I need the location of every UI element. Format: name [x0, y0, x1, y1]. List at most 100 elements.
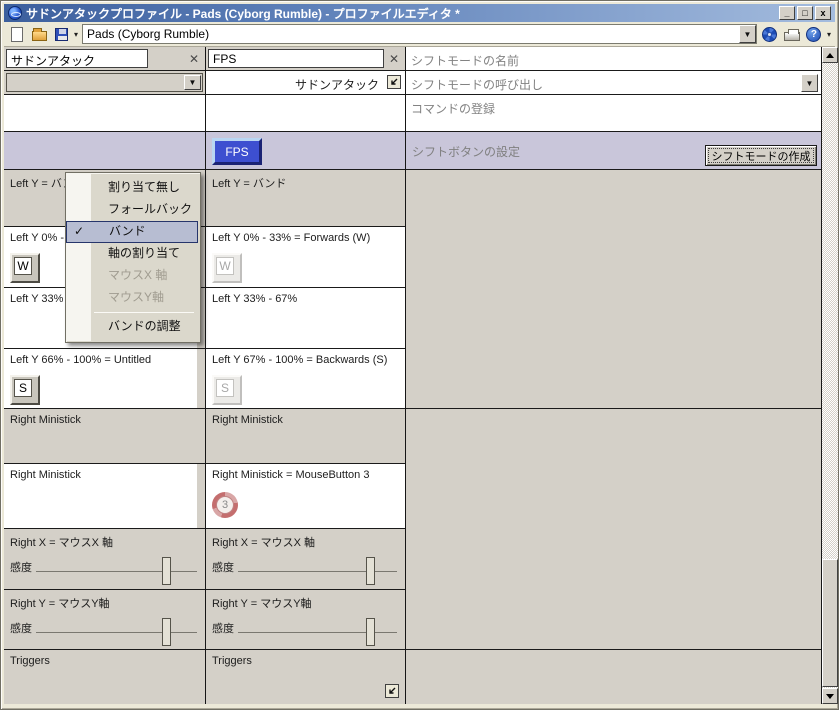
mode2-empty-row[interactable] [206, 95, 405, 132]
command-register-field[interactable]: コマンドの登録 [406, 95, 821, 131]
shift-button-setting-row: シフトボタンの設定 シフトモードの作成 [406, 132, 821, 170]
mode1-parent-combobox[interactable]: ▼ [6, 73, 203, 92]
cell-mode2-band3[interactable]: Left Y 67% - 100% = Backwards (S) S [206, 349, 405, 409]
keycap-s-icon: S [212, 375, 242, 405]
save-dropdown-arrow[interactable]: ▾ [74, 30, 78, 39]
wheel-icon [762, 26, 778, 42]
mode1-close-button[interactable]: ✕ [185, 50, 203, 67]
cell-mode1-triggers[interactable]: Triggers [4, 650, 205, 704]
create-shift-mode-button[interactable]: シフトモードの作成 [705, 145, 817, 166]
maximize-button[interactable]: □ [797, 6, 813, 20]
menu-item-fallback[interactable]: フォールバック [66, 199, 198, 221]
profile-combobox[interactable]: Pads (Cyborg Rumble) ▼ [82, 24, 757, 44]
cell-mode1-band3[interactable]: Left Y 66% - 100% = Untitled S [4, 349, 205, 409]
sensitivity-slider-handle[interactable] [162, 557, 171, 585]
mode1-name-row: サドンアタック ✕ [4, 47, 205, 71]
keycap-w-icon: W [10, 253, 40, 283]
scroll-up-button[interactable] [822, 47, 838, 63]
programming-button[interactable] [761, 26, 779, 43]
minimize-button[interactable]: _ [779, 6, 795, 20]
cell-label: Left Y 66% - 100% = Untitled [10, 354, 152, 366]
save-floppy-icon [54, 27, 68, 41]
sensitivity-slider-track[interactable] [36, 571, 197, 572]
mode2-column: FPS ✕ サドンアタック FPS Left Y = バンド Left Y 0%… [206, 47, 406, 704]
sensitivity-label: 感度 [212, 562, 234, 574]
profile-combobox-value: Pads (Cyborg Rumble) [87, 27, 210, 41]
sensitivity-slider-handle[interactable] [366, 618, 375, 646]
mode2-close-button[interactable]: ✕ [385, 50, 403, 67]
toolbar-overflow-arrow[interactable]: ▾ [827, 30, 831, 39]
shift-panel-empty-1 [406, 170, 821, 409]
sensitivity-label: 感度 [212, 623, 234, 635]
menu-item-band[interactable]: ✓ バンド [66, 221, 198, 243]
menu-item-mouse-x-axis: マウスX 軸 [108, 268, 168, 282]
shift-mode-name-field[interactable]: シフトモードの名前 [406, 47, 821, 70]
sensitivity-slider-track[interactable] [36, 632, 197, 633]
scroll-down-button[interactable] [822, 688, 838, 704]
cell-mode1-ministick[interactable]: Right Ministick [4, 464, 205, 529]
mouse-button-3-icon: 3 [212, 492, 238, 518]
cell-mode1-righty[interactable]: Right Y = マウスY軸 感度 [4, 590, 205, 650]
menu-separator [94, 312, 194, 313]
cell-mode2-band1[interactable]: Left Y 0% - 33% = Forwards (W) W [206, 227, 405, 288]
mode1-parent-combobox-arrow[interactable]: ▼ [184, 75, 201, 90]
cell-label: Right Ministick [10, 469, 81, 481]
scrollbar-thumb[interactable] [822, 559, 838, 687]
app-window: サドンアタックプロファイル - Pads (Cyborg Rumble) - プ… [0, 0, 839, 710]
window-title: サドンアタックプロファイル - Pads (Cyborg Rumble) - プ… [26, 6, 460, 21]
cell-mode2-triggers[interactable]: Triggers [206, 650, 405, 704]
mode1-name-input[interactable]: サドンアタック [6, 49, 148, 68]
command-row: コマンドの登録 [406, 95, 821, 132]
cell-mode1-rightx[interactable]: Right X = マウスX 軸 感度 [4, 529, 205, 590]
keycap-w-icon: W [212, 253, 242, 283]
shift-panel-empty-3 [406, 650, 821, 704]
menu-item-mouse-y-axis: マウスY軸 [108, 290, 165, 304]
cell-label: Right Ministick = MouseButton 3 [212, 469, 370, 481]
mode1-empty-row[interactable] [4, 95, 205, 132]
expand-triggers-button[interactable] [385, 684, 399, 698]
cell-mode2-rightx[interactable]: Right X = マウスX 軸 感度 [206, 529, 405, 590]
profile-combobox-arrow[interactable]: ▼ [738, 25, 756, 43]
cell-label: Left Y 0% - [10, 232, 65, 244]
shift-panel-empty-2 [406, 409, 821, 650]
cell-mode2-righty[interactable]: Right Y = マウスY軸 感度 [206, 590, 405, 650]
mode1-shiftbutton-row[interactable] [4, 132, 205, 170]
new-profile-button[interactable] [8, 26, 26, 43]
cell-label: Left Y = バンド [212, 178, 287, 190]
menu-item-axis-assignment[interactable]: 軸の割り当て [66, 243, 198, 265]
title-bar[interactable]: サドンアタックプロファイル - Pads (Cyborg Rumble) - プ… [4, 4, 835, 22]
keycap-s-icon: S [10, 375, 40, 405]
save-profile-button[interactable] [52, 26, 70, 43]
cell-label: Right Y = マウスY軸 [10, 598, 110, 610]
help-button[interactable]: ? [805, 26, 823, 43]
shift-mode-call-arrow[interactable]: ▼ [801, 74, 818, 92]
mode2-shiftbutton-row: FPS [206, 132, 405, 170]
cell-mode2-ministick-header[interactable]: Right Ministick [206, 409, 405, 464]
vertical-scrollbar[interactable] [822, 47, 838, 704]
cell-mode2-lefty[interactable]: Left Y = バンド [206, 170, 405, 227]
mode1-column: サドンアタック ✕ ▼ Left Y = バンド Left Y 0% - W L… [4, 47, 206, 704]
menu-item-band-adjust[interactable]: バンドの調整 [66, 316, 198, 338]
sensitivity-label: 感度 [10, 562, 32, 574]
shift-key-fps-button[interactable]: FPS [212, 138, 262, 165]
sensitivity-slider-handle[interactable] [162, 618, 171, 646]
close-button[interactable]: x [815, 6, 831, 20]
mode2-parent-row: サドンアタック [206, 71, 405, 95]
open-profile-button[interactable] [30, 26, 48, 43]
cell-mode2-ministick[interactable]: Right Ministick = MouseButton 3 3 [206, 464, 405, 529]
assignment-context-menu: 割り当て無し フォールバック ✓ バンド 軸の割り当て マウスX 軸 マウスY軸… [65, 172, 201, 343]
open-folder-icon [31, 28, 47, 41]
mode2-parent-mode-label: サドンアタック [294, 78, 379, 92]
sensitivity-slider-handle[interactable] [366, 557, 375, 585]
shift-mode-call-combobox[interactable]: シフトモードの呼び出し [406, 71, 821, 94]
print-button[interactable] [783, 26, 801, 43]
menu-item-no-assignment[interactable]: 割り当て無し [66, 177, 198, 199]
shift-name-row: シフトモードの名前 [406, 47, 821, 71]
toolbar: ▾ Pads (Cyborg Rumble) ▼ ? ▾ [4, 22, 835, 47]
cell-mode2-band2[interactable]: Left Y 33% - 67% [206, 288, 405, 349]
cell-mode1-ministick-header[interactable]: Right Ministick [4, 409, 205, 464]
goto-parent-mode-button[interactable] [387, 75, 401, 89]
shift-button-setting-label: シフトボタンの設定 [412, 145, 521, 159]
mode2-name-input[interactable]: FPS [208, 49, 384, 68]
cell-label: Left Y 33% [10, 293, 64, 305]
